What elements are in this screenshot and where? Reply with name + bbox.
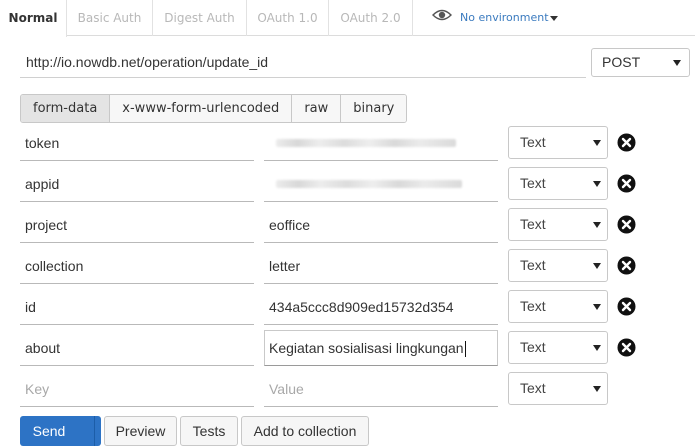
param-type-select[interactable]: Text bbox=[508, 208, 608, 241]
param-type-value: Text bbox=[520, 257, 546, 273]
param-type-select[interactable]: Text bbox=[508, 290, 608, 323]
param-value-input[interactable]: eoffice bbox=[264, 207, 498, 243]
tab-form-data[interactable]: form-data bbox=[21, 95, 111, 122]
param-key-input[interactable]: id bbox=[20, 289, 254, 325]
param-type-value: Text bbox=[520, 216, 546, 232]
text-cursor bbox=[464, 341, 466, 358]
param-key-input[interactable]: project bbox=[20, 207, 254, 243]
param-type-select[interactable]: Text bbox=[508, 331, 608, 364]
tab-binary[interactable]: binary bbox=[341, 95, 407, 122]
param-value-input[interactable]: letter bbox=[264, 248, 498, 284]
remove-param-icon[interactable] bbox=[617, 133, 636, 152]
param-row: id 434a5ccc8d909ed15732d354 Text bbox=[0, 287, 695, 328]
new-param-row: Key Value Text bbox=[0, 369, 695, 410]
param-key-input[interactable]: about bbox=[20, 330, 254, 366]
param-row: about Kegiatan sosialisasi lingkungan Te… bbox=[0, 328, 695, 369]
tab-oauth-2[interactable]: OAuth 2.0 bbox=[329, 0, 413, 36]
preview-button[interactable]: Preview bbox=[104, 416, 177, 446]
tab-digest-auth[interactable]: Digest Auth bbox=[153, 0, 247, 36]
redacted-value bbox=[276, 139, 456, 147]
chevron-down-icon bbox=[593, 345, 601, 351]
param-value-input[interactable]: Kegiatan sosialisasi lingkungan bbox=[264, 330, 498, 366]
send-label: Send bbox=[32, 423, 66, 439]
param-value-text: Kegiatan sosialisasi lingkungan bbox=[269, 340, 464, 356]
param-row: appid Text bbox=[0, 164, 695, 205]
param-key-input[interactable]: token bbox=[20, 125, 254, 161]
chevron-down-icon bbox=[593, 386, 601, 392]
chevron-down-icon bbox=[673, 60, 681, 66]
method-value: POST bbox=[602, 54, 641, 70]
chevron-down-icon bbox=[593, 222, 601, 228]
send-button[interactable]: Send bbox=[20, 416, 112, 446]
tab-basic-auth[interactable]: Basic Auth bbox=[67, 0, 153, 36]
chevron-down-icon bbox=[593, 263, 601, 269]
add-to-collection-button[interactable]: Add to collection bbox=[241, 416, 369, 446]
param-type-select[interactable]: Text bbox=[508, 372, 608, 405]
param-type-value: Text bbox=[520, 339, 546, 355]
remove-param-icon[interactable] bbox=[617, 338, 636, 357]
param-type-value: Text bbox=[520, 380, 546, 396]
remove-param-icon[interactable] bbox=[617, 174, 636, 193]
param-value-input[interactable] bbox=[264, 166, 498, 202]
remove-param-icon[interactable] bbox=[617, 256, 636, 275]
new-param-key-input[interactable]: Key bbox=[20, 371, 254, 407]
tab-raw[interactable]: raw bbox=[292, 95, 342, 122]
tab-x-www-form-urlencoded[interactable]: x-www-form-urlencoded bbox=[110, 95, 293, 122]
remove-param-icon[interactable] bbox=[617, 297, 636, 316]
param-type-value: Text bbox=[520, 298, 546, 314]
eye-icon[interactable] bbox=[432, 0, 452, 36]
param-key-input[interactable]: appid bbox=[20, 166, 254, 202]
body-type-tabs: form-data x-www-form-urlencoded raw bina… bbox=[20, 94, 408, 123]
param-row: collection letter Text bbox=[0, 246, 695, 287]
param-type-value: Text bbox=[520, 134, 546, 150]
param-type-value: Text bbox=[520, 175, 546, 191]
tests-button[interactable]: Tests bbox=[180, 416, 238, 446]
chevron-down-icon bbox=[593, 181, 601, 187]
param-value-input[interactable] bbox=[264, 125, 498, 161]
environment-label: No environment bbox=[460, 11, 549, 24]
param-value-input[interactable]: 434a5ccc8d909ed15732d354 bbox=[264, 289, 498, 325]
param-type-select[interactable]: Text bbox=[508, 126, 608, 159]
remove-param-icon[interactable] bbox=[617, 215, 636, 234]
chevron-down-icon bbox=[549, 15, 558, 21]
param-row: token Text bbox=[0, 123, 695, 164]
tab-normal[interactable]: Normal bbox=[0, 0, 67, 37]
chevron-down-icon bbox=[593, 304, 601, 310]
param-type-select[interactable]: Text bbox=[508, 249, 608, 282]
tab-oauth-1[interactable]: OAuth 1.0 bbox=[247, 0, 329, 36]
auth-tab-bar: Normal Basic Auth Digest Auth OAuth 1.0 … bbox=[0, 0, 695, 37]
url-input[interactable]: http://io.nowdb.net/operation/update_id bbox=[20, 46, 586, 78]
redacted-value bbox=[276, 180, 462, 188]
environment-selector[interactable]: No environment bbox=[432, 0, 558, 36]
chevron-down-icon bbox=[593, 140, 601, 146]
param-type-select[interactable]: Text bbox=[508, 167, 608, 200]
param-row: project eoffice Text bbox=[0, 205, 695, 246]
param-key-input[interactable]: collection bbox=[20, 248, 254, 284]
method-select[interactable]: POST bbox=[591, 48, 690, 77]
new-param-value-input[interactable]: Value bbox=[264, 371, 498, 407]
